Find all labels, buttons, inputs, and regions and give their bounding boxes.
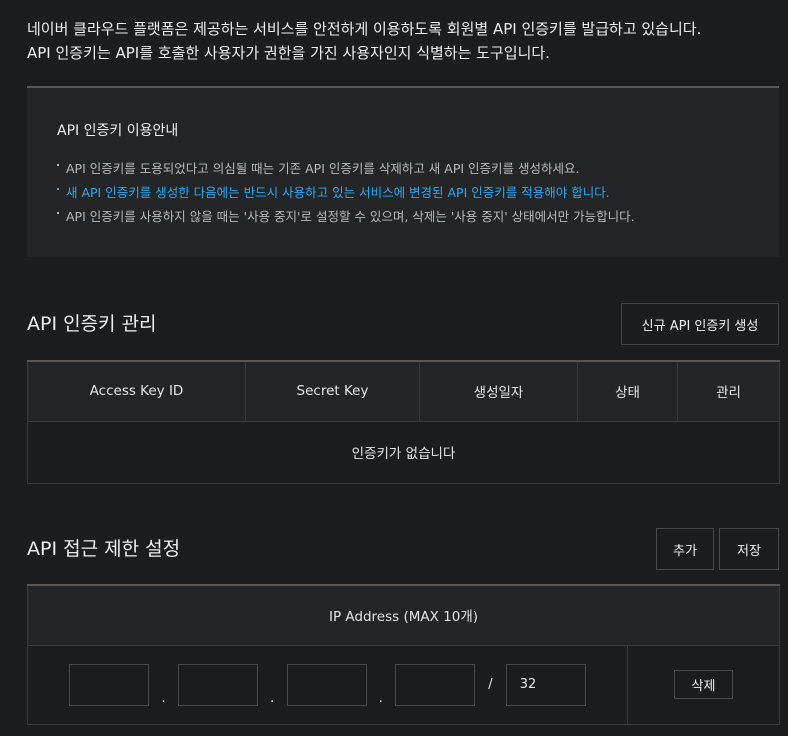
empty-message: 인증키가 없습니다 (27, 420, 780, 484)
col-access-key-id: Access Key ID (27, 360, 246, 422)
ip-octet-3-input[interactable] (286, 663, 367, 706)
col-ip-address: IP Address (MAX 10개) (27, 584, 780, 646)
guide-item-3: API 인증키를 사용하지 않을 때는 '사용 중지'로 설정할 수 있으며, … (57, 205, 749, 229)
ip-separator: . (270, 690, 275, 706)
intro-line-2: API 인증키는 API를 호출한 사용자가 권한을 가진 사용자인지 식별하는… (27, 44, 550, 62)
ip-action-cell: 삭제 (627, 644, 780, 725)
col-status: 상태 (577, 360, 678, 422)
add-button[interactable]: 추가 (656, 528, 714, 570)
save-button[interactable]: 저장 (719, 528, 779, 570)
ip-table: IP Address (MAX 10개) . . . / 삭제 (27, 584, 780, 725)
col-secret-key: Secret Key (245, 360, 420, 422)
ip-separator: . (161, 690, 166, 706)
ip-octet-4-input[interactable] (395, 663, 476, 706)
ip-octet-1-input[interactable] (69, 663, 150, 706)
key-table-header: Access Key ID Secret Key 생성일자 상태 관리 (27, 360, 780, 422)
table-row: 인증키가 없습니다 (27, 420, 780, 484)
col-manage: 관리 (677, 360, 780, 422)
guide-title: API 인증키 이용안내 (57, 123, 179, 139)
intro-text: 네이버 클라우드 플랫폼은 제공하는 서비스를 안전하게 이용하도록 회원별 A… (27, 17, 777, 65)
intro-line-1: 네이버 클라우드 플랫폼은 제공하는 서비스를 안전하게 이용하도록 회원별 A… (27, 20, 702, 38)
guide-item-1: API 인증키를 도용되었다고 의심될 때는 기존 API 인증키를 삭제하고 … (57, 157, 749, 181)
ip-input-cell: . . . / (27, 644, 628, 725)
ip-section-title: API 접근 제한 설정 (27, 538, 181, 560)
usage-guide-box: API 인증키 이용안내 API 인증키를 도용되었다고 의심될 때는 기존 A… (27, 86, 779, 257)
ip-slash: / (488, 677, 493, 692)
col-created-date: 생성일자 (419, 360, 578, 422)
create-key-button[interactable]: 신규 API 인증키 생성 (621, 303, 779, 345)
ip-octet-2-input[interactable] (177, 663, 258, 706)
key-table: Access Key ID Secret Key 생성일자 상태 관리 인증키가… (27, 360, 780, 484)
guide-item-2: 새 API 인증키를 생성한 다음에는 반드시 사용하고 있는 서비스에 변경된… (57, 181, 749, 205)
key-section-title: API 인증키 관리 (27, 313, 157, 335)
table-row: . . . / 삭제 (27, 644, 780, 725)
ip-table-header: IP Address (MAX 10개) (27, 584, 780, 646)
ip-separator: . (378, 690, 383, 706)
ip-prefix-input[interactable] (505, 663, 586, 706)
delete-button[interactable]: 삭제 (674, 670, 733, 699)
